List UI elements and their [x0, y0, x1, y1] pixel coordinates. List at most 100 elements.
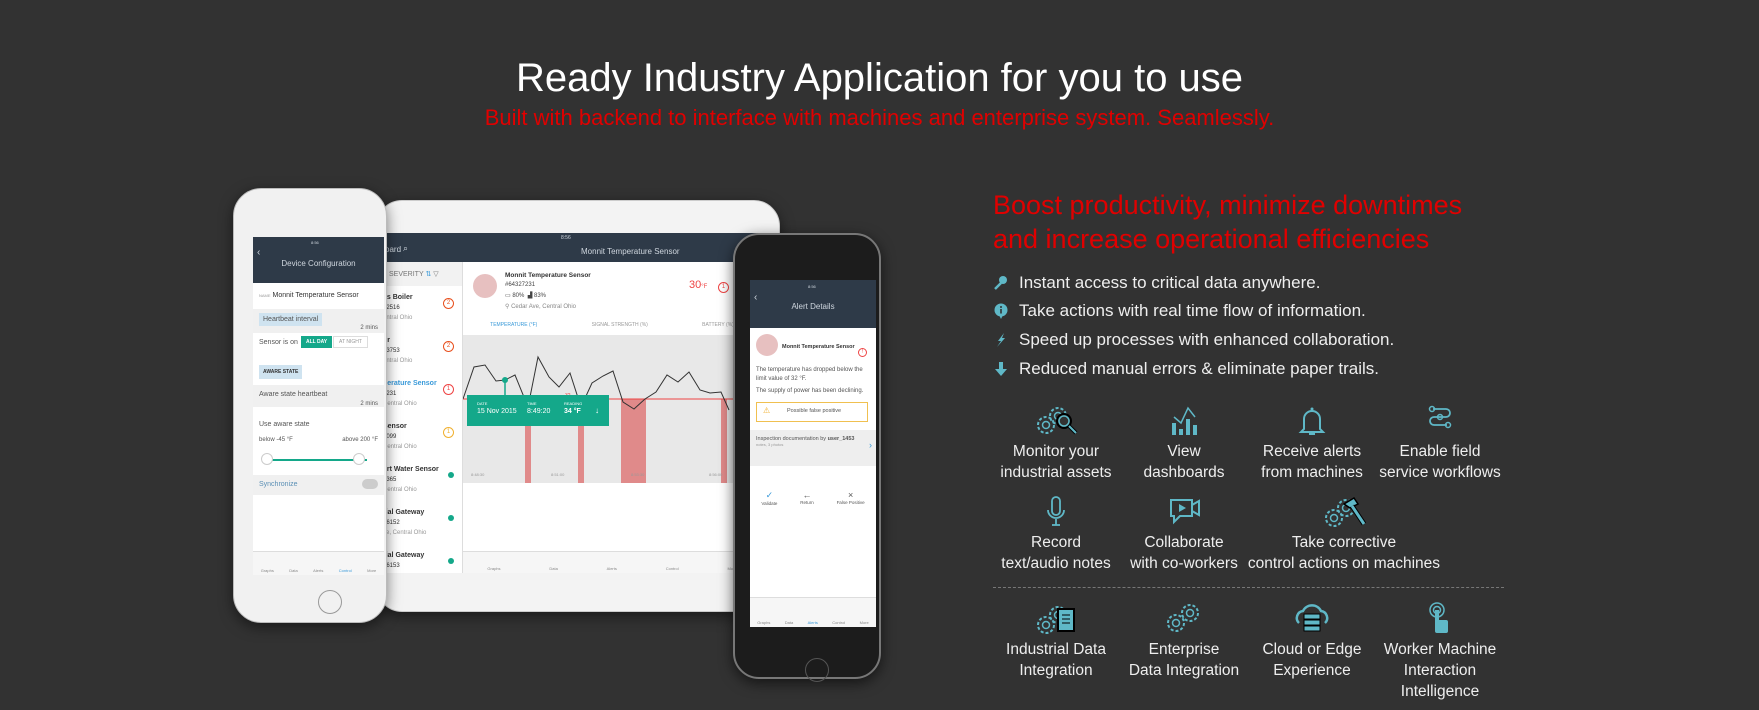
chevron-right-icon: ›: [869, 440, 872, 450]
feature-item: Record text/audio notes: [986, 494, 1126, 574]
severity-badge: 2: [443, 298, 454, 309]
tab-temperature[interactable]: TEMPERATURE (°F): [490, 322, 537, 328]
range-slider[interactable]: [267, 459, 367, 461]
reading-tooltip: DATE 15 Nov 2015 TIME 8:49:20 READING 34…: [467, 395, 609, 426]
back-link[interactable]: oard: [385, 245, 401, 254]
aware-heartbeat-value[interactable]: 2 mins: [253, 401, 384, 407]
severity-badge: 2: [443, 341, 454, 352]
tablet-title: Monnit Temperature Sensor: [581, 247, 680, 256]
search-icon[interactable]: ⌕: [403, 243, 408, 254]
feature-item: Take corrective control actions on machin…: [1234, 494, 1454, 574]
section-divider: [993, 587, 1504, 588]
sensor-list-item[interactable]: ks Boiler 12516 entral Ohio 2: [381, 286, 462, 329]
feature-item: Enable field service workflows: [1370, 403, 1510, 483]
nav-data[interactable]: Data: [785, 620, 793, 625]
x-tick: 8:56:00: [709, 472, 723, 477]
integration-item: Industrial Data Integration: [986, 601, 1126, 681]
slider-handle-max[interactable]: [353, 453, 365, 465]
sensor-list-item[interactable]: perature Sensor 7231 Central Ohio 1: [381, 372, 462, 415]
nav-alerts[interactable]: Alerts: [607, 566, 617, 571]
device-name: Monnit Temperature Sensor: [272, 292, 359, 299]
gears-document-icon: [1037, 606, 1075, 634]
severity-badge: 1: [443, 427, 454, 438]
severity-badge: 1: [443, 384, 454, 395]
benefit-bullet: Instant access to critical data anywhere…: [993, 273, 1320, 293]
sensor-list-item[interactable]: rial Gateway 26153: [381, 544, 462, 573]
workflow-icon: [1428, 405, 1452, 429]
home-button: [318, 590, 342, 614]
alert-message: The supply of power has been declining.: [756, 388, 864, 394]
device-configuration-screen: ‹ 8:56 Device Configuration NAME Monnit Te…: [253, 237, 384, 575]
current-reading: 30: [689, 279, 702, 291]
signal-value: 83%: [533, 293, 546, 299]
home-button: [805, 658, 829, 682]
sensor-list-item[interactable]: rial Gateway 26152 se, Central Ohio: [381, 501, 462, 544]
synchronize-toggle[interactable]: [362, 479, 378, 489]
nav-data[interactable]: Data: [549, 566, 557, 571]
sensor-location: Cedar Ave, Central Ohio: [511, 304, 576, 310]
above-value: 200 °F: [360, 437, 378, 443]
benefit-bullet: Reduced manual errors & eliminate paper …: [993, 359, 1379, 379]
nav-data[interactable]: Data: [289, 568, 297, 573]
alert-badge[interactable]: 1: [718, 282, 729, 293]
arrow-down-icon: [993, 361, 1009, 377]
warning-icon: ⚠: [763, 406, 771, 415]
sort-severity[interactable]: SEVERITY ⇅ ▽: [381, 262, 462, 286]
back-icon[interactable]: ‹: [257, 247, 260, 258]
integration-item: Cloud or Edge Experience: [1242, 601, 1382, 681]
toggle-at-night[interactable]: AT NIGHT: [333, 336, 368, 348]
nav-graphs[interactable]: Graphs: [757, 620, 770, 625]
nav-more[interactable]: More: [860, 620, 869, 625]
toggle-all-day[interactable]: ALL DAY: [301, 336, 333, 348]
info-pin-icon: [993, 303, 1009, 319]
screen-title: Alert Details: [791, 302, 835, 311]
sensor-list-item[interactable]: art Water Sensor 3365 Central Ohio: [381, 458, 462, 501]
gears-hammer-icon: [1325, 496, 1366, 527]
feature-item: Collaborate with co-workers: [1114, 494, 1254, 574]
phone-nav: Graphs Data Alerts Control More: [253, 551, 384, 575]
synchronize-label: Synchronize: [259, 481, 298, 488]
lightning-icon: [993, 332, 1009, 348]
nav-control[interactable]: Control: [832, 620, 845, 625]
sensor-id: #64327231: [505, 282, 536, 288]
phone-nav: Graphs Data Alerts Control More: [750, 597, 876, 627]
back-icon[interactable]: ‹: [754, 292, 757, 303]
sensor-name: Monnit Temperature Sensor: [505, 272, 591, 279]
sensor-detail: Monnit Temperature Sensor #64327231 ▭ 80…: [463, 262, 761, 573]
return-button[interactable]: ← Return: [800, 490, 814, 506]
inspection-link[interactable]: Inspection documentation by user_1453 not…: [750, 430, 876, 466]
sensor-name: Monnit Temperature Sensor: [782, 344, 855, 350]
nav-alerts[interactable]: Alerts: [313, 568, 323, 573]
feature-item: Monitor your industrial assets: [986, 403, 1126, 483]
bell-icon: [1298, 407, 1326, 435]
aware-state-header: AWARE STATE: [259, 365, 303, 379]
nav-graphs[interactable]: Graphs: [487, 566, 500, 571]
nav-control[interactable]: Control: [666, 566, 679, 571]
nav-alerts[interactable]: Alerts: [808, 620, 818, 625]
cloud-server-icon: [1295, 604, 1329, 632]
tablet-header: 8:56 oard ⌕ Monnit Temperature Sensor: [381, 233, 761, 262]
sensor-list-item[interactable]: Sensor 5099 Central Ohio 1: [381, 415, 462, 458]
sensor-image: [473, 274, 497, 298]
key-icon: [993, 275, 1009, 291]
slider-handle-min[interactable]: [261, 453, 273, 465]
nav-graphs[interactable]: Graphs: [261, 568, 274, 573]
validate-button[interactable]: ✓ Validate: [761, 490, 777, 506]
download-icon: ↓: [595, 406, 599, 415]
tab-signal[interactable]: SIGNAL STRENGTH (%): [592, 322, 648, 328]
gears-magnifier-icon: [1037, 407, 1078, 435]
benefit-bullet: Take actions with real time flow of info…: [993, 301, 1366, 321]
nav-control[interactable]: Control: [339, 568, 352, 573]
video-chat-icon: [1170, 499, 1200, 525]
nav-more[interactable]: More: [367, 568, 376, 573]
touch-hand-icon: [1429, 602, 1448, 633]
severity-badge: [448, 515, 454, 521]
heartbeat-value[interactable]: 2 mins: [253, 325, 384, 331]
tab-battery[interactable]: BATTERY (%): [702, 322, 734, 328]
below-threshold-band: [721, 399, 727, 483]
tablet-screen: 8:56 oard ⌕ Monnit Temperature Sensor SE…: [381, 233, 761, 573]
integration-item: Worker Machine Interaction Intelligence: [1370, 601, 1510, 702]
sensor-list-item[interactable]: or33753entral Ohio2: [381, 329, 462, 372]
tablet-nav: Graphs Data Alerts Control More: [463, 551, 761, 573]
false-positive-button[interactable]: × False Positive: [837, 490, 865, 506]
